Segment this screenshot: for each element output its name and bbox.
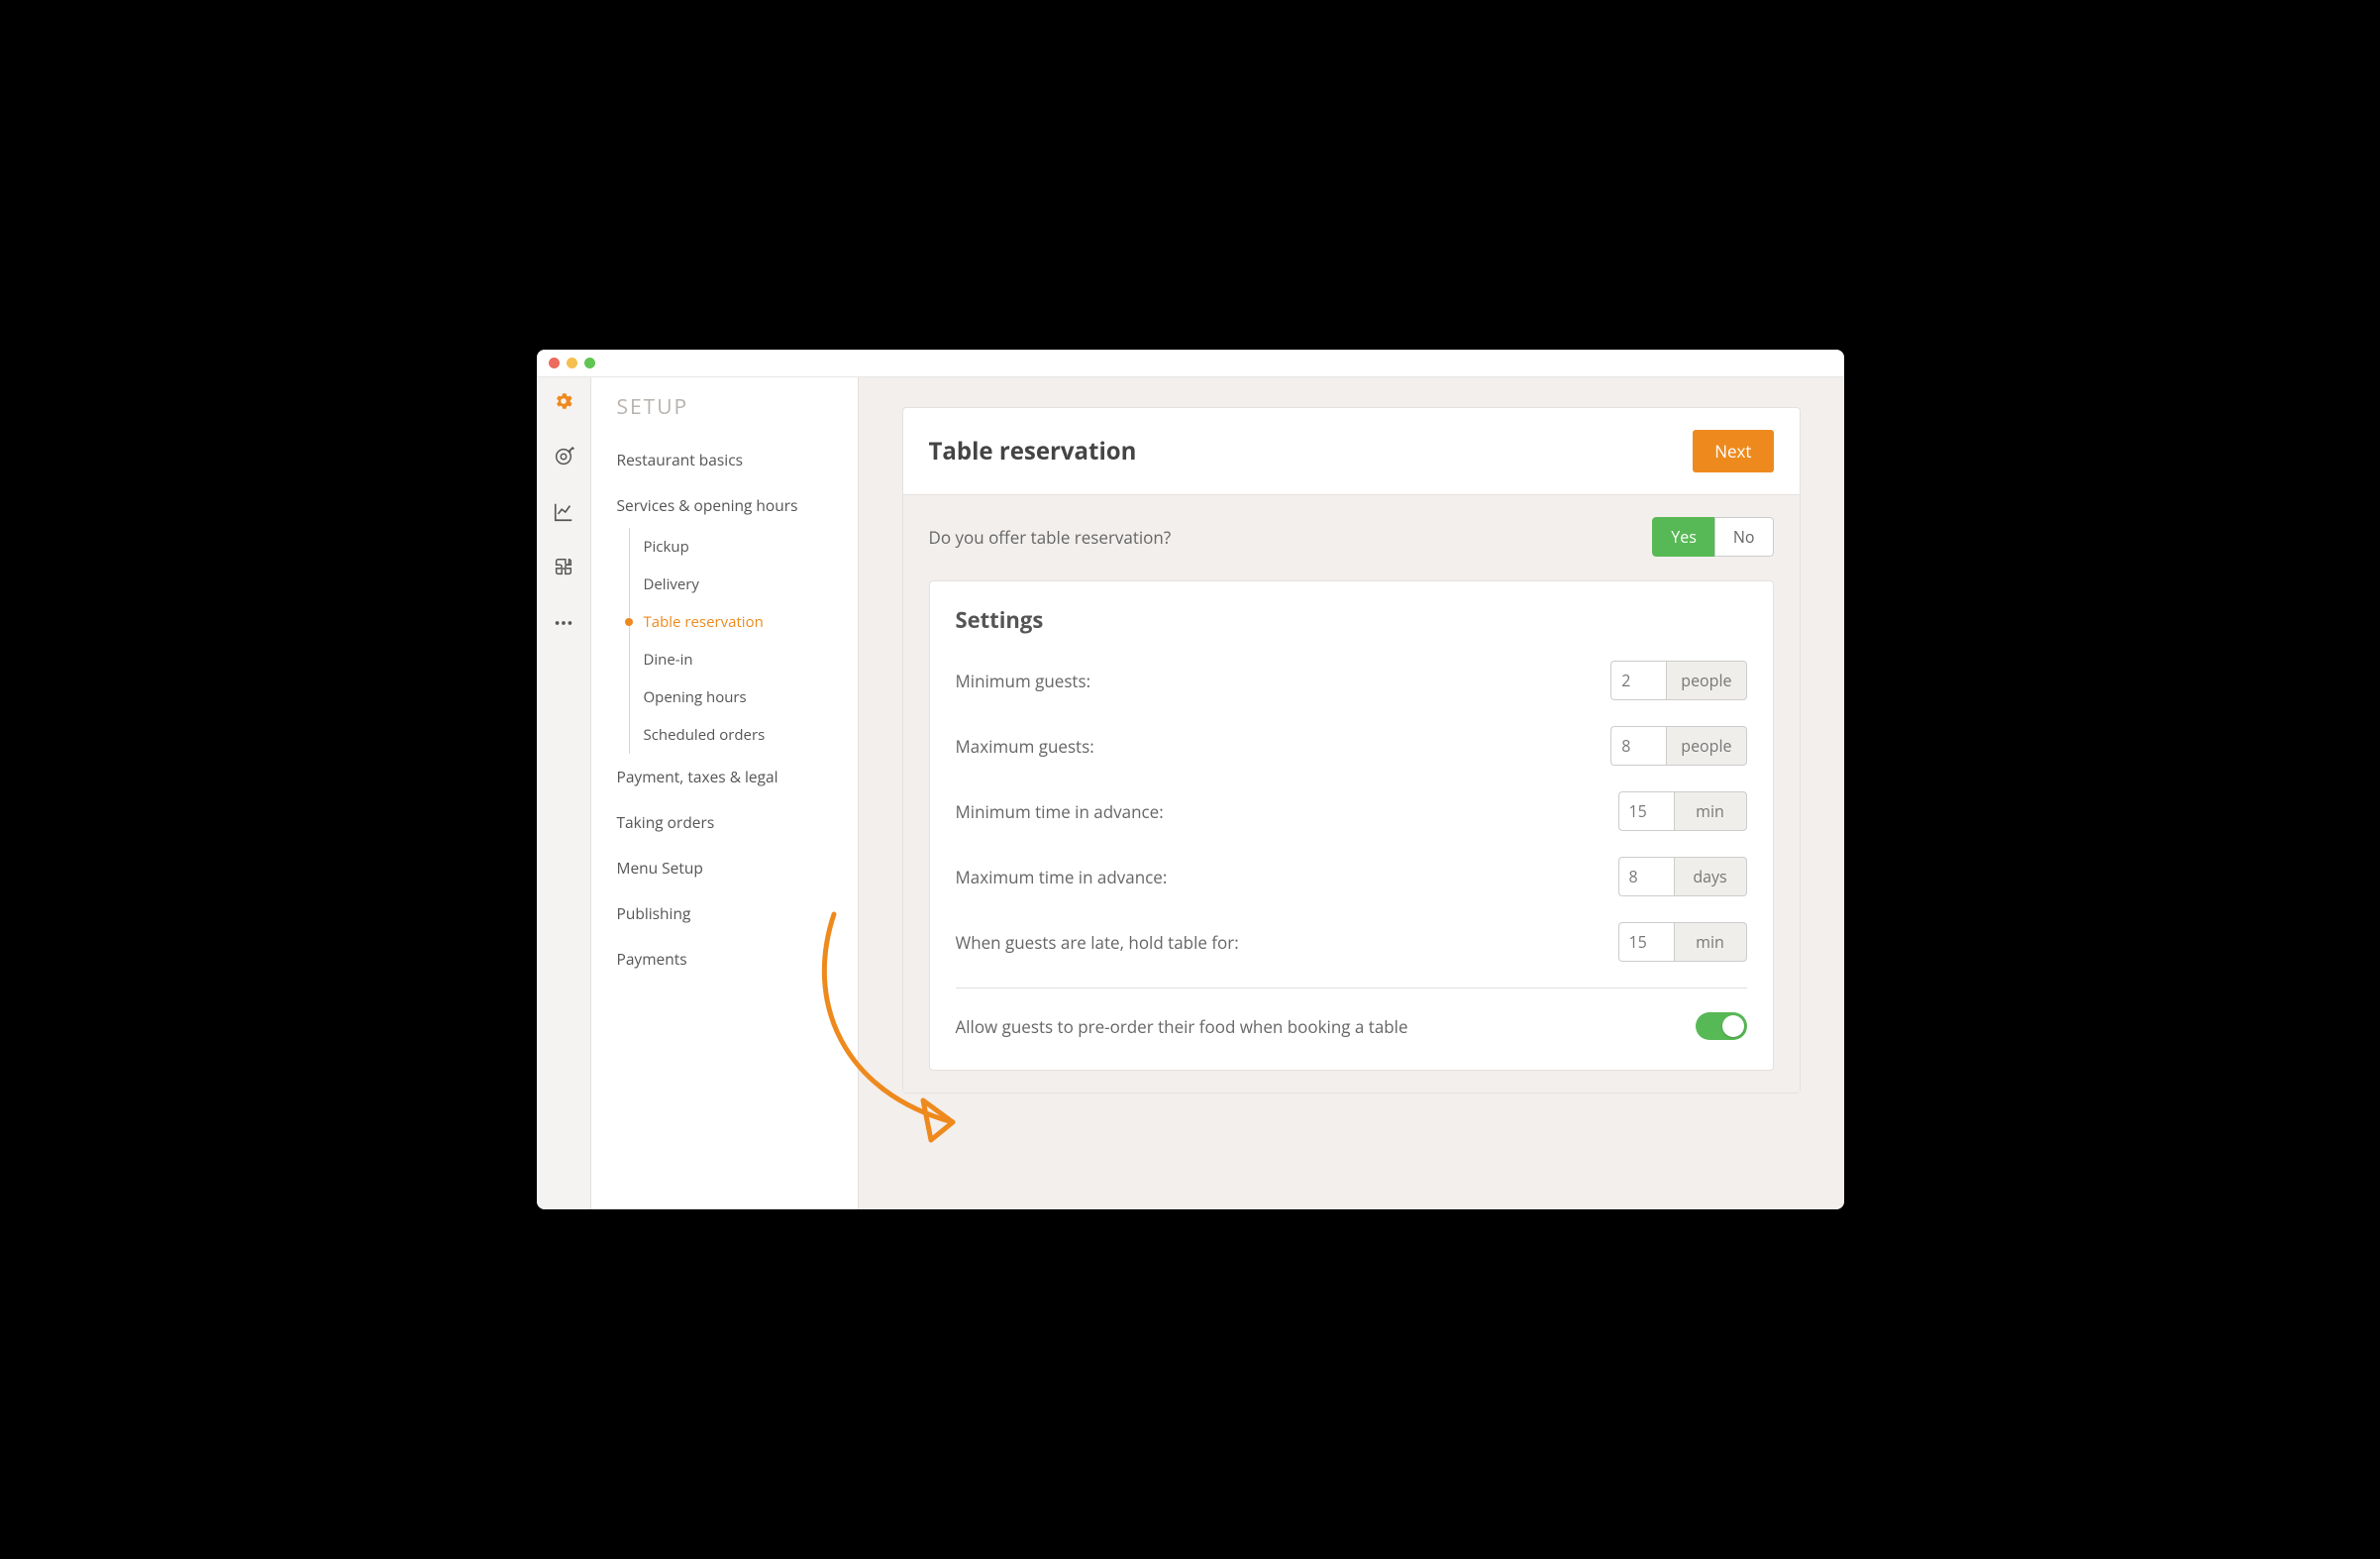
rail-chart-icon[interactable] [552, 500, 575, 524]
nav-sub-table-reservation[interactable]: Table reservation [630, 603, 858, 641]
page-card: Table reservation Next Do you offer tabl… [902, 407, 1801, 1093]
min-guests-input[interactable] [1610, 661, 1666, 700]
browser-window: SETUP Restaurant basics Services & openi… [537, 350, 1844, 1209]
icon-rail [537, 377, 591, 1209]
field-min-guests: Minimum guests: people [956, 661, 1747, 700]
unit-label: people [1666, 661, 1746, 700]
page-header: Table reservation Next [903, 408, 1800, 494]
field-max-guests: Maximum guests: people [956, 726, 1747, 766]
rail-puzzle-icon[interactable] [552, 556, 575, 579]
unit-label: min [1674, 922, 1747, 962]
window-titlebar [537, 350, 1844, 377]
offer-question-text: Do you offer table reservation? [929, 526, 1172, 549]
unit-label: people [1666, 726, 1746, 766]
nav-services-opening[interactable]: Services & opening hours [591, 482, 858, 528]
sidebar-title: SETUP [591, 393, 858, 437]
window-minimize-icon[interactable] [567, 358, 577, 368]
offer-no-button[interactable]: No [1714, 517, 1774, 557]
preorder-toggle-row: Allow guests to pre-order their food whe… [956, 1012, 1747, 1040]
offer-yes-no-toggle: Yes No [1652, 517, 1773, 557]
page-title: Table reservation [929, 435, 1137, 468]
main-content: Table reservation Next Do you offer tabl… [859, 377, 1844, 1209]
field-label: Minimum time in advance: [956, 800, 1164, 823]
nav-services-subnav: Pickup Delivery Table reservation Dine-i… [629, 528, 858, 754]
nav-publishing[interactable]: Publishing [591, 890, 858, 936]
nav-sub-dine-in[interactable]: Dine-in [630, 641, 858, 678]
nav-payment-taxes[interactable]: Payment, taxes & legal [591, 754, 858, 799]
window-maximize-icon[interactable] [584, 358, 595, 368]
min-advance-input[interactable] [1618, 791, 1674, 831]
divider [956, 987, 1747, 988]
preorder-switch[interactable] [1696, 1012, 1747, 1040]
offer-yes-button[interactable]: Yes [1652, 517, 1714, 557]
nav-sub-opening-hours[interactable]: Opening hours [630, 678, 858, 716]
preorder-label: Allow guests to pre-order their food whe… [956, 1015, 1408, 1038]
field-label: Maximum time in advance: [956, 866, 1168, 888]
nav-sub-delivery[interactable]: Delivery [630, 566, 858, 603]
field-label: Minimum guests: [956, 670, 1091, 692]
hold-table-input[interactable] [1618, 922, 1674, 962]
field-hold-table: When guests are late, hold table for: mi… [956, 922, 1747, 962]
rail-more-icon[interactable] [552, 611, 575, 635]
window-close-icon[interactable] [549, 358, 560, 368]
field-max-advance: Maximum time in advance: days [956, 857, 1747, 896]
unit-label: days [1674, 857, 1747, 896]
nav-restaurant-basics[interactable]: Restaurant basics [591, 437, 858, 482]
rail-setup-icon[interactable] [552, 389, 575, 413]
unit-label: min [1674, 791, 1747, 831]
sidebar: SETUP Restaurant basics Services & openi… [591, 377, 859, 1209]
max-advance-input[interactable] [1618, 857, 1674, 896]
settings-card: Settings Minimum guests: people Maximum … [929, 580, 1774, 1071]
max-guests-input[interactable] [1610, 726, 1666, 766]
nav-sub-pickup[interactable]: Pickup [630, 528, 858, 566]
offer-question-section: Do you offer table reservation? Yes No S… [903, 494, 1800, 1092]
nav-menu-setup[interactable]: Menu Setup [591, 845, 858, 890]
field-label: Maximum guests: [956, 735, 1094, 758]
settings-heading: Settings [956, 605, 1747, 635]
nav-payments[interactable]: Payments [591, 936, 858, 982]
rail-target-icon[interactable] [552, 445, 575, 468]
nav-taking-orders[interactable]: Taking orders [591, 799, 858, 845]
nav-sub-scheduled-orders[interactable]: Scheduled orders [630, 716, 858, 754]
field-label: When guests are late, hold table for: [956, 931, 1239, 954]
switch-knob [1722, 1015, 1744, 1037]
field-min-advance: Minimum time in advance: min [956, 791, 1747, 831]
next-button[interactable]: Next [1693, 430, 1773, 472]
